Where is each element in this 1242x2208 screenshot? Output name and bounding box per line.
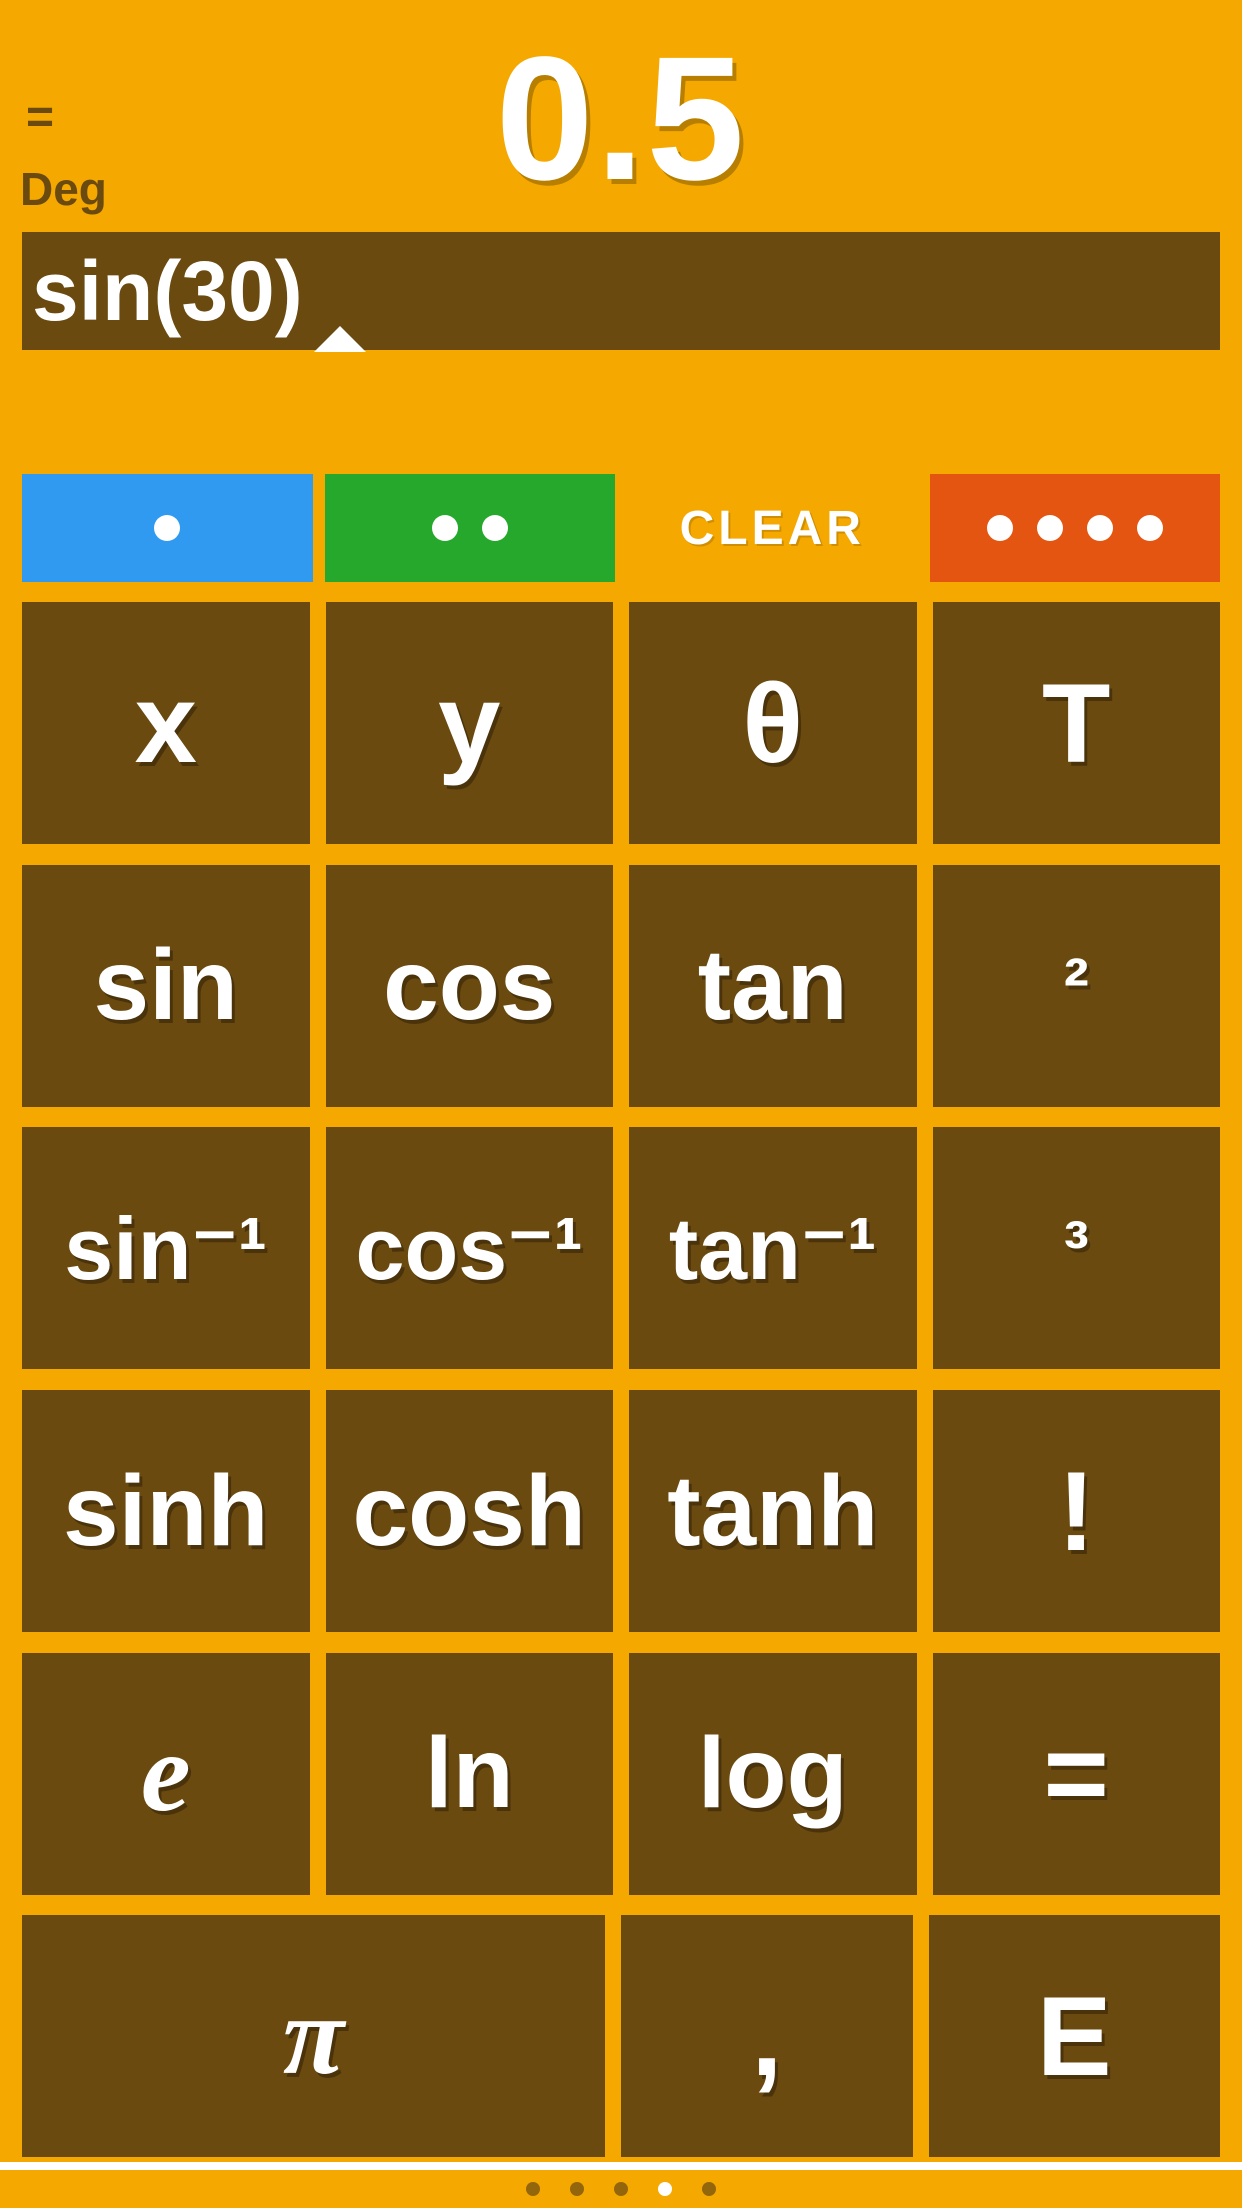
key-square[interactable]: ²: [933, 865, 1221, 1107]
mode-4-button[interactable]: [930, 474, 1221, 582]
key-label: E: [1037, 1972, 1112, 2101]
key-factorial[interactable]: !: [933, 1390, 1221, 1632]
key-label: tan⁻¹: [669, 1197, 877, 1300]
key-theta[interactable]: θ: [629, 602, 917, 844]
two-dot-icon: [432, 515, 508, 541]
key-label: π: [283, 1972, 344, 2101]
key-label: ,: [751, 1972, 782, 2101]
key-label: ²: [1064, 942, 1089, 1029]
mode-1-button[interactable]: [22, 474, 313, 582]
display-spacer: [0, 350, 1242, 474]
key-label: ln: [425, 1716, 514, 1831]
key-label: ³: [1064, 1205, 1089, 1292]
mode-2-button[interactable]: [325, 474, 616, 582]
result-value: 0.5: [496, 18, 747, 220]
key-sinh[interactable]: sinh: [22, 1390, 310, 1632]
pager-dot: [570, 2182, 584, 2196]
key-label: !: [1058, 1447, 1095, 1576]
key-label: x: [135, 659, 197, 788]
key-x[interactable]: x: [22, 602, 310, 844]
key-cos[interactable]: cos: [326, 865, 614, 1107]
key-cube[interactable]: ³: [933, 1127, 1221, 1369]
key-acos[interactable]: cos⁻¹: [326, 1127, 614, 1369]
key-label: cosh: [353, 1454, 586, 1569]
key-sin[interactable]: sin: [22, 865, 310, 1107]
action-row: CLEAR: [0, 474, 1242, 582]
equals-sign: =: [26, 90, 54, 145]
key-label: e: [141, 1709, 191, 1838]
expression-text: sin(30): [32, 243, 303, 340]
one-dot-icon: [154, 515, 180, 541]
key-label: y: [438, 659, 500, 788]
key-label: =: [1044, 1709, 1109, 1838]
key-label: cos: [383, 928, 555, 1043]
expression-bar[interactable]: sin(30): [22, 232, 1220, 350]
key-y[interactable]: y: [326, 602, 614, 844]
result-display: = 0.5 Deg: [0, 0, 1242, 232]
key-asin[interactable]: sin⁻¹: [22, 1127, 310, 1369]
key-label: sinh: [63, 1454, 269, 1569]
key-equals[interactable]: =: [933, 1653, 1221, 1895]
key-exp[interactable]: E: [929, 1915, 1221, 2157]
key-log[interactable]: log: [629, 1653, 917, 1895]
key-label: cos⁻¹: [356, 1197, 583, 1300]
key-label: tanh: [667, 1454, 878, 1569]
pager-dot: [614, 2182, 628, 2196]
expression-bar-wrap: sin(30): [0, 232, 1242, 350]
key-label: sin⁻¹: [64, 1197, 267, 1300]
key-t[interactable]: T: [933, 602, 1221, 844]
key-comma[interactable]: ,: [621, 1915, 913, 2157]
caret-icon: [314, 326, 366, 352]
pager-dot-active: [658, 2182, 672, 2196]
key-label: θ: [742, 659, 803, 788]
key-label: tan: [698, 928, 848, 1043]
key-ln[interactable]: ln: [326, 1653, 614, 1895]
key-e[interactable]: e: [22, 1653, 310, 1895]
key-label: T: [1042, 659, 1110, 788]
clear-button[interactable]: CLEAR: [627, 474, 918, 582]
page-indicator[interactable]: [0, 2162, 1242, 2208]
pager-dot: [526, 2182, 540, 2196]
key-atan[interactable]: tan⁻¹: [629, 1127, 917, 1369]
key-cosh[interactable]: cosh: [326, 1390, 614, 1632]
pager-dot: [702, 2182, 716, 2196]
key-pi[interactable]: π: [22, 1915, 605, 2157]
key-tanh[interactable]: tanh: [629, 1390, 917, 1632]
clear-label: CLEAR: [680, 501, 865, 556]
key-tan[interactable]: tan: [629, 865, 917, 1107]
key-label: log: [698, 1716, 848, 1831]
four-dot-icon: [987, 515, 1163, 541]
keypad: x y θ T sin cos tan ² sin⁻¹ cos⁻¹ tan⁻¹ …: [0, 582, 1242, 2162]
angle-mode[interactable]: Deg: [20, 162, 107, 216]
key-label: sin: [94, 928, 238, 1043]
